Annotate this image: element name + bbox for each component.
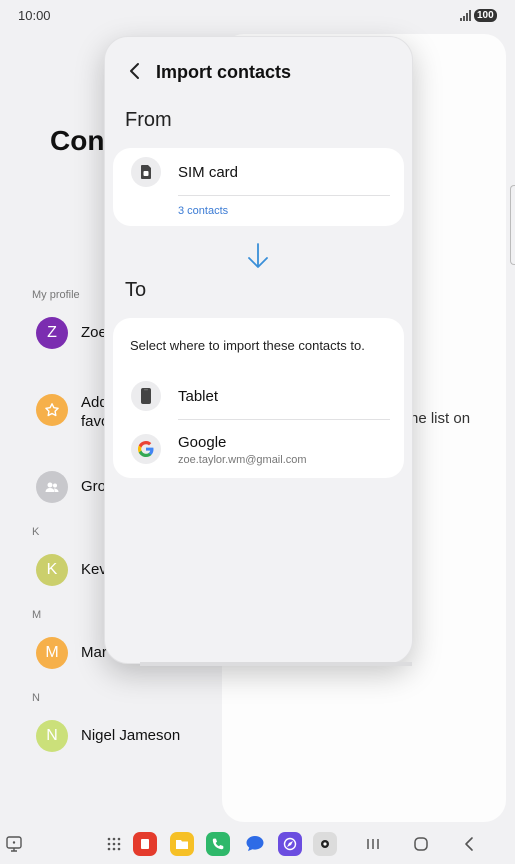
avatar: Z	[36, 317, 68, 349]
home-icon[interactable]	[409, 832, 433, 856]
source-card[interactable]: SIM card 3 contacts	[113, 148, 404, 226]
page-title: Con	[50, 125, 105, 156]
target-title: Google	[178, 434, 227, 451]
battery-indicator: 100	[474, 9, 497, 22]
contact-name: Zoe	[81, 324, 107, 341]
to-label: To	[125, 279, 147, 301]
camera-app-icon[interactable]	[313, 832, 337, 856]
contacts-count-link[interactable]: 3 contacts	[178, 205, 228, 217]
keyboard-switch-icon[interactable]	[2, 832, 26, 856]
dialog-title: Import contacts	[156, 62, 292, 82]
notes-app-icon[interactable]	[133, 832, 157, 856]
groups-avatar-icon	[36, 471, 68, 503]
avatar: N	[36, 720, 68, 752]
contact-name: Kev	[81, 561, 107, 578]
target-account: zoe.taylor.wm@gmail.com	[178, 454, 307, 466]
recent-apps-icon[interactable]	[361, 832, 385, 856]
tablet-icon	[131, 381, 161, 411]
files-app-icon[interactable]	[170, 832, 194, 856]
source-title: SIM card	[178, 164, 239, 181]
divider	[178, 195, 390, 196]
from-label: From	[125, 109, 172, 131]
contact-name: Gro	[81, 478, 107, 495]
target-tablet[interactable]: Tablet	[113, 370, 404, 420]
sim-card-icon	[131, 157, 161, 187]
phone-app-icon[interactable]	[206, 832, 230, 856]
messages-app-icon[interactable]	[243, 832, 267, 856]
status-time: 10:00	[18, 8, 51, 23]
apps-grid-icon[interactable]	[102, 832, 126, 856]
destination-card: Select where to import these contacts to…	[113, 318, 404, 478]
target-google[interactable]: Google zoe.taylor.wm@gmail.com	[113, 420, 404, 476]
import-contacts-dialog: Import contacts From SIM card 3 contacts…	[104, 36, 413, 664]
avatar: K	[36, 554, 68, 586]
instruction-text: Select where to import these contacts to…	[130, 338, 365, 353]
dialog-shadow-edge	[140, 662, 412, 666]
contact-name: Nigel Jameson	[81, 727, 181, 744]
back-button[interactable]	[123, 59, 147, 83]
google-icon	[131, 434, 161, 464]
section-label-m: M	[32, 609, 42, 621]
back-nav-icon[interactable]	[457, 832, 481, 856]
section-label-k: K	[32, 526, 40, 538]
arrow-down-icon	[248, 243, 268, 268]
contact-name: Mar	[81, 644, 107, 661]
taskbar	[0, 824, 515, 864]
chevron-left-icon	[130, 63, 139, 79]
target-title: Tablet	[178, 388, 219, 405]
detail-pane-text: he list on	[410, 410, 471, 427]
status-bar: 10:00 100	[0, 0, 515, 32]
edge-panel-handle[interactable]	[510, 185, 515, 265]
section-label-n: N	[32, 692, 40, 704]
signal-icon	[460, 10, 471, 21]
section-label-my-profile: My profile	[32, 289, 80, 301]
star-avatar-icon	[36, 394, 68, 426]
internet-app-icon[interactable]	[278, 832, 302, 856]
avatar: M	[36, 637, 68, 669]
